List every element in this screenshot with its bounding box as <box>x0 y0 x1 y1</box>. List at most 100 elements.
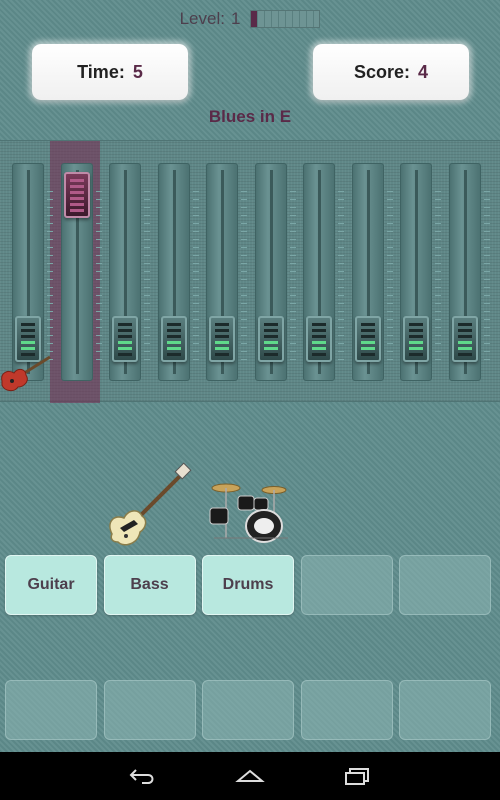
fader-track <box>60 163 102 381</box>
fader-led <box>69 184 84 188</box>
fader-led <box>409 334 423 338</box>
fader-scale <box>483 184 490 360</box>
level-progress-bar <box>250 10 321 28</box>
level-progress-segment <box>285 11 292 27</box>
home-button[interactable] <box>230 761 270 791</box>
fader-scale <box>338 184 344 360</box>
score-value: 4 <box>418 61 429 82</box>
fader-led <box>166 328 181 332</box>
fader-led <box>166 346 181 350</box>
fader-led <box>312 352 326 356</box>
fader-scale <box>386 184 393 360</box>
back-icon <box>129 769 154 784</box>
level-progress-segment <box>258 11 265 27</box>
fader-knob[interactable] <box>209 316 235 362</box>
level-progress-segment <box>313 11 320 27</box>
fader-led <box>166 334 181 338</box>
empty-slot[interactable] <box>300 680 393 740</box>
fader-led <box>312 328 326 332</box>
fader-knob[interactable] <box>306 316 332 362</box>
bass-guitar-icon[interactable] <box>104 462 194 550</box>
time-value: 5 <box>132 61 143 82</box>
back-button[interactable] <box>123 761 163 791</box>
fader-led <box>69 190 84 194</box>
fader-led <box>215 334 229 338</box>
fader-knob[interactable] <box>160 316 187 362</box>
level-progress-segment <box>279 11 285 27</box>
fader-led <box>215 340 229 344</box>
fader-led <box>263 334 278 338</box>
fader-led <box>69 208 84 212</box>
time-label: Time: <box>77 61 125 82</box>
fader-led <box>215 328 229 332</box>
fader-knob[interactable] <box>63 172 90 218</box>
instrument-slot-guitar[interactable]: Guitar <box>5 555 97 615</box>
fader-track <box>400 163 441 381</box>
fader-led <box>457 352 472 356</box>
fader-scale <box>144 184 150 360</box>
fader-led <box>457 334 472 338</box>
fader-led <box>215 322 229 326</box>
instrument-slot-bass[interactable]: Bass <box>103 555 196 615</box>
electric-guitar-icon <box>1 355 51 392</box>
fader-led <box>215 346 229 350</box>
fader-scale <box>241 184 247 360</box>
drum-kit-icon[interactable] <box>204 476 294 548</box>
level-label: Level: <box>179 9 225 28</box>
fader-led <box>166 340 181 344</box>
empty-slot[interactable] <box>5 680 97 740</box>
fader-led <box>69 178 84 182</box>
fader-led <box>457 328 472 332</box>
fader-knob[interactable] <box>257 316 284 362</box>
empty-slot[interactable] <box>300 555 393 615</box>
fader-scale <box>47 184 53 360</box>
fader-led <box>312 346 326 350</box>
fader-led <box>166 352 181 356</box>
level-value: 1 <box>230 9 241 28</box>
fader-led <box>21 322 35 326</box>
fader-led <box>118 334 132 338</box>
instrument-slot-drums[interactable]: Drums <box>202 555 294 615</box>
fader-led <box>409 322 423 326</box>
fader-knob[interactable] <box>451 316 478 362</box>
level-progress-segment <box>251 11 258 27</box>
fader-led <box>118 352 132 356</box>
fader-track <box>206 163 247 381</box>
fader-led <box>21 334 35 338</box>
fader-track <box>351 163 393 381</box>
level-progress-segment <box>265 11 272 27</box>
fader-led <box>360 334 375 338</box>
fader-scale <box>289 184 296 360</box>
fader-led <box>457 346 472 350</box>
fader-track <box>254 163 296 381</box>
fader-knob[interactable] <box>112 316 138 362</box>
fader-knob[interactable] <box>403 316 429 362</box>
fader-led <box>457 340 472 344</box>
recent-apps-icon <box>344 768 369 785</box>
level-indicator: Level: 1 <box>0 8 500 30</box>
fader-scale <box>95 184 102 360</box>
fader-led <box>21 346 35 350</box>
fader-led <box>21 328 35 332</box>
fader-led <box>118 346 132 350</box>
empty-slot[interactable] <box>103 680 196 740</box>
mixer-panel <box>0 140 500 403</box>
empty-slot[interactable] <box>202 680 294 740</box>
fader-led <box>457 322 472 326</box>
fader-led <box>118 340 132 344</box>
fader-led <box>360 352 375 356</box>
fader-led <box>409 328 423 332</box>
level-progress-segment <box>292 11 299 27</box>
fader-scale <box>435 184 441 360</box>
fader-led <box>360 328 375 332</box>
recent-apps-button[interactable] <box>337 761 377 791</box>
fader-led <box>409 352 423 356</box>
fader-track <box>109 163 150 381</box>
empty-slot[interactable] <box>399 680 491 740</box>
system-nav-bar <box>0 752 500 800</box>
fader-knob[interactable] <box>354 316 381 362</box>
score-label: Score: <box>353 61 410 82</box>
empty-slot[interactable] <box>399 555 491 615</box>
fader-led <box>166 322 181 326</box>
score-display: Score: 4 <box>313 44 469 100</box>
